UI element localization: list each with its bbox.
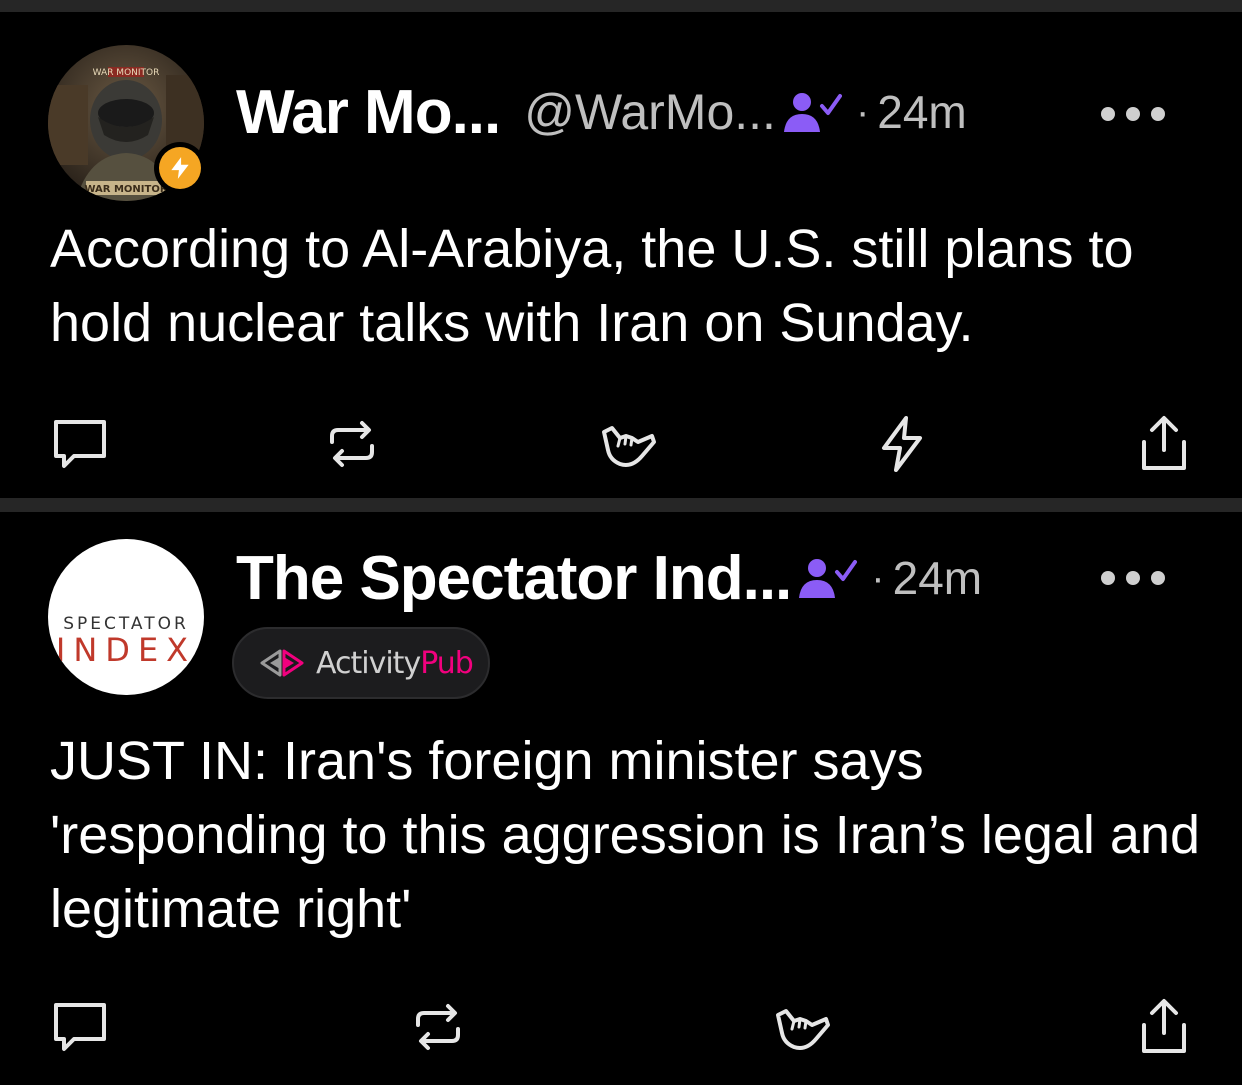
repost-icon[interactable] bbox=[408, 997, 468, 1057]
verified-person-icon bbox=[799, 559, 858, 598]
zap-badge bbox=[154, 142, 206, 194]
reply-icon[interactable] bbox=[50, 997, 110, 1057]
post-header: War Mo... @WarMo... · 24m bbox=[236, 72, 967, 152]
handle[interactable]: @WarMo... bbox=[524, 83, 776, 141]
more-options-icon[interactable] bbox=[1098, 568, 1168, 588]
post-actions bbox=[0, 997, 1242, 1057]
activitypub-label: ActivityPub bbox=[316, 645, 474, 681]
top-separator bbox=[0, 0, 1242, 12]
post-text: JUST IN: Iran's foreign minister says 'r… bbox=[50, 731, 1201, 939]
post-actions bbox=[0, 414, 1242, 474]
lightning-bolt-icon bbox=[171, 157, 189, 179]
post-card[interactable]: WAR MONITOR WAR MONITOR War Mo... @WarMo… bbox=[0, 12, 1242, 498]
timestamp: 24m bbox=[892, 552, 983, 604]
reply-icon[interactable] bbox=[50, 414, 110, 474]
verified-person-icon bbox=[783, 93, 842, 132]
activitypub-logo-icon bbox=[260, 649, 304, 677]
post-header: The Spectator Ind... · 24m bbox=[236, 542, 982, 614]
share-icon[interactable] bbox=[1134, 414, 1194, 474]
display-name[interactable]: War Mo... bbox=[236, 77, 501, 148]
zap-icon[interactable] bbox=[872, 414, 932, 474]
post-card[interactable]: SPECTATOR INDEX The Spectator Ind... · 2… bbox=[0, 512, 1242, 1085]
activitypub-label-prefix: Activity bbox=[316, 645, 421, 681]
activitypub-label-suffix: Pub bbox=[420, 645, 474, 681]
separator-dot: · bbox=[855, 89, 870, 134]
share-icon[interactable] bbox=[1134, 997, 1194, 1057]
avatar[interactable]: SPECTATOR INDEX bbox=[48, 539, 204, 695]
avatar-top-text: WAR MONITOR bbox=[93, 68, 160, 78]
shaka-like-icon[interactable] bbox=[772, 997, 832, 1057]
shaka-like-icon[interactable] bbox=[598, 414, 658, 474]
display-name[interactable]: The Spectator Ind... bbox=[236, 543, 792, 614]
timestamp: 24m bbox=[877, 86, 967, 138]
repost-icon[interactable] bbox=[322, 414, 382, 474]
avatar-brand-bottom: INDEX bbox=[56, 631, 196, 669]
more-options-icon[interactable] bbox=[1098, 104, 1168, 124]
post-text: According to Al-Arabiya, the U.S. still … bbox=[50, 219, 1134, 353]
separator-dot: · bbox=[871, 555, 885, 600]
post-separator bbox=[0, 498, 1242, 512]
avatar-bottom-text: WAR MONITOR bbox=[84, 184, 167, 195]
activitypub-badge[interactable]: ActivityPub bbox=[232, 627, 490, 699]
